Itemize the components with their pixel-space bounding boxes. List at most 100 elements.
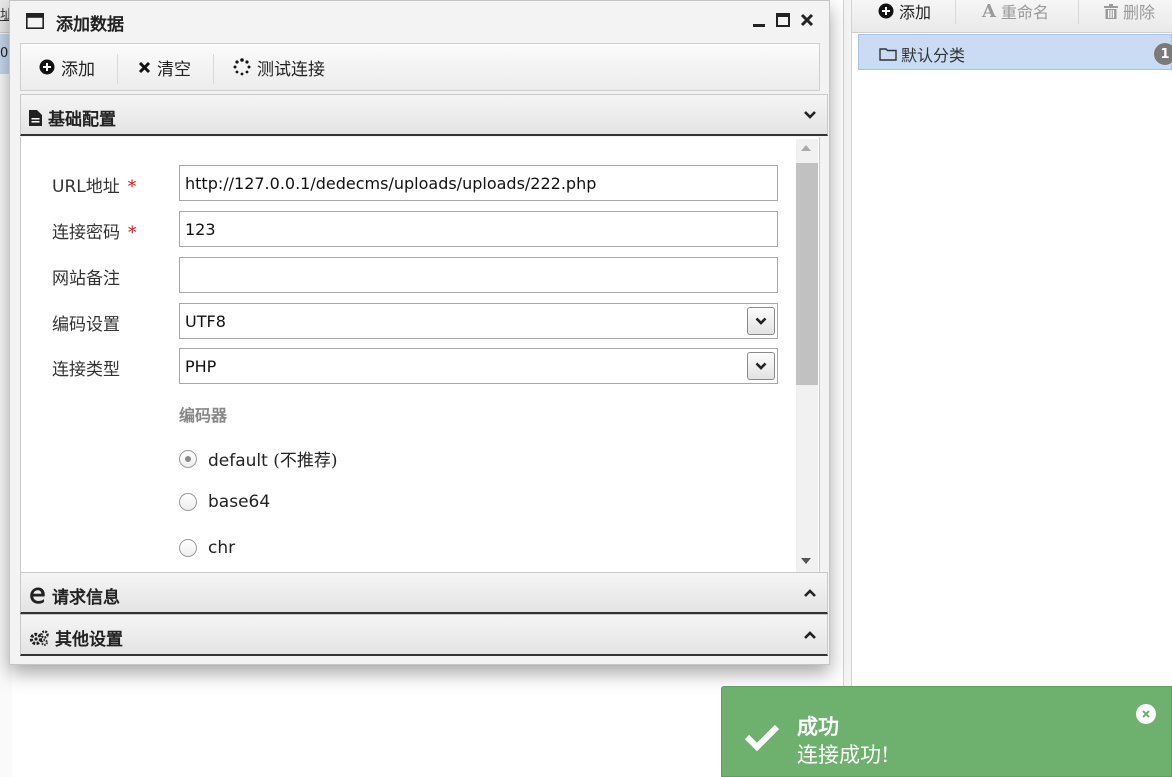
toolbar-separator (955, 0, 956, 24)
section-title-wrap: 基础配置 (29, 105, 116, 130)
close-icon (1142, 710, 1150, 718)
encoder-option-label: default (208, 451, 268, 471)
chevron-down-icon (804, 111, 816, 119)
minimize-button[interactable] (750, 10, 767, 30)
category-toolbar: 添加 A 重命名 删除 (852, 0, 1172, 33)
note-field[interactable] (179, 257, 778, 293)
font-icon: A (982, 0, 996, 22)
section-body-basic: URL地址 * 连接密码 * 网站备注 编码设置 UTF8 连接类型 PHP 编码器… (20, 137, 820, 572)
category-delete-label: 删除 (1123, 3, 1156, 22)
checkmark-icon (744, 724, 780, 751)
category-count-badge: 1 (1153, 42, 1172, 66)
chevron-down-icon (755, 317, 767, 325)
chevron-up-icon (804, 631, 816, 639)
window-icon (26, 13, 44, 29)
encoder-option-base64[interactable]: base64 (179, 492, 270, 512)
section-title-request: 请求信息 (52, 588, 120, 608)
section-title-wrap: 请求信息 (29, 583, 120, 608)
add-data-dialog: 添加数据 添加 清空 测试连接 基础配置 URL地址 * http://127.… (9, 0, 830, 665)
test-connection-button[interactable]: 测试连接 (233, 55, 325, 80)
section-title-other: 其他设置 (55, 630, 123, 650)
encoder-option-text: default (不推荐) (208, 446, 338, 471)
chevron-down-icon (755, 362, 767, 370)
category-item-default[interactable]: 默认分类 1 (858, 34, 1172, 70)
required-mark: * (128, 223, 137, 243)
toolbar-separator (213, 54, 214, 84)
encoder-option-label: base64 (208, 492, 271, 512)
password-label-text: 连接密码 (52, 223, 120, 243)
scroll-up-arrow-icon[interactable] (801, 145, 811, 151)
success-toast: 成功 连接成功! (721, 686, 1172, 777)
gears-icon (29, 629, 49, 646)
window-controls (750, 10, 815, 30)
url-field[interactable] (179, 165, 778, 201)
plus-circle-icon (39, 59, 55, 75)
encoding-dropdown-button[interactable] (747, 307, 775, 335)
encoding-label: 编码设置 (52, 315, 120, 335)
category-panel: 添加 A 重命名 删除 默认分类 1 (852, 0, 1172, 777)
url-label-text: URL地址 (52, 177, 120, 197)
category-delete-button[interactable]: 删除 (1104, 0, 1155, 22)
encoder-option-label: chr (208, 538, 236, 558)
encoder-title: 编码器 (179, 406, 228, 425)
toolbar-separator (117, 54, 118, 84)
maximize-icon (775, 13, 790, 27)
toolbar-separator (1078, 0, 1079, 24)
background-row-text: 0 (0, 46, 9, 61)
note-label: 网站备注 (52, 269, 120, 289)
radio-button[interactable] (179, 493, 197, 511)
panel-resizer[interactable] (844, 0, 851, 777)
minimize-icon (752, 24, 765, 27)
category-item-label: 默认分类 (901, 46, 966, 65)
encoder-option-chr[interactable]: chr (179, 538, 235, 558)
toast-close-button[interactable] (1136, 704, 1156, 724)
edge-browser-icon (30, 587, 45, 604)
category-item-label-wrap: 默认分类 (879, 42, 965, 66)
radio-button[interactable] (179, 539, 197, 557)
test-connection-label: 测试连接 (257, 59, 325, 80)
section-header-other[interactable]: 其他设置 (20, 614, 828, 656)
scrollbar-thumb[interactable] (796, 163, 818, 385)
encoder-option-default[interactable]: default (不推荐) (179, 446, 338, 471)
connection-type-value: PHP (185, 357, 217, 376)
category-add-button[interactable]: 添加 (878, 0, 931, 22)
section-header-request[interactable]: 请求信息 (20, 572, 828, 614)
category-rename-label: 重命名 (1000, 3, 1049, 22)
toast-title: 成功 (797, 714, 839, 739)
section-title-basic: 基础配置 (48, 110, 116, 130)
document-icon (29, 109, 42, 126)
encoding-select[interactable]: UTF8 (179, 303, 778, 339)
clear-button-label: 清空 (157, 59, 191, 80)
plus-circle-icon (878, 3, 894, 19)
password-field[interactable] (179, 211, 778, 247)
url-label: URL地址 * (52, 172, 136, 197)
encoder-option-note: (不推荐) (273, 451, 338, 471)
required-mark: * (127, 177, 137, 197)
close-button[interactable] (798, 10, 815, 30)
type-label: 连接类型 (52, 360, 120, 380)
section-title-wrap: 其他设置 (29, 625, 123, 650)
encoding-value: UTF8 (185, 312, 226, 331)
section-header-basic[interactable]: 基础配置 (20, 94, 828, 136)
radio-button-checked[interactable] (179, 449, 197, 468)
dialog-titlebar[interactable]: 添加数据 (10, 1, 829, 41)
dialog-toolbar: 添加 清空 测试连接 (20, 43, 820, 91)
form-scrollbar[interactable] (796, 139, 818, 572)
scroll-down-arrow-icon[interactable] (801, 558, 811, 564)
trash-icon (1104, 3, 1118, 19)
connection-type-dropdown-button[interactable] (747, 352, 775, 380)
add-button-label: 添加 (61, 59, 95, 80)
toast-message: 连接成功! (797, 743, 890, 767)
password-label: 连接密码 * (52, 218, 137, 243)
add-button[interactable]: 添加 (39, 55, 95, 80)
spinner-icon (233, 58, 251, 76)
folder-icon (879, 48, 897, 61)
category-add-label: 添加 (899, 3, 932, 22)
clear-button[interactable]: 清空 (138, 55, 191, 80)
close-icon (800, 13, 813, 27)
maximize-button[interactable] (774, 10, 791, 30)
connection-type-select[interactable]: PHP (179, 348, 778, 384)
category-rename-button[interactable]: A 重命名 (982, 0, 1049, 23)
x-icon (138, 61, 151, 73)
dialog-title: 添加数据 (56, 15, 124, 35)
